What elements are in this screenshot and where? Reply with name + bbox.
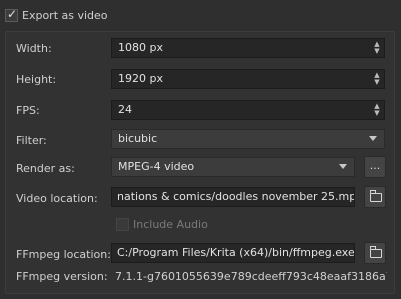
chevron-down-icon [369, 136, 377, 141]
width-label: Width: [16, 42, 52, 55]
ffmpeg-location-label: FFmpeg location: [16, 248, 111, 261]
height-label: Height: [16, 73, 57, 86]
folder-icon [369, 246, 382, 258]
video-location-browse-button[interactable] [364, 186, 386, 208]
folder-icon [369, 190, 382, 202]
export-as-video-label: Export as video [22, 9, 108, 22]
ffmpeg-location-field[interactable]: C:/Program Files/Krita (x64)/bin/ffmpeg.… [111, 243, 355, 263]
video-location-label: Video location: [16, 192, 98, 205]
ffmpeg-version-label: FFmpeg version: [16, 270, 108, 283]
up-down-arrows-icon[interactable]: ▲ ▼ [372, 103, 382, 117]
width-value: 1080 px [118, 41, 163, 54]
up-down-arrows-icon[interactable]: ▲ ▼ [372, 41, 382, 55]
export-as-video-checkbox[interactable]: ✓ [5, 7, 18, 22]
fps-label: FPS: [16, 104, 40, 117]
height-spinbox[interactable]: 1920 px ▲ ▼ [111, 69, 385, 89]
include-audio-label: Include Audio [133, 218, 208, 231]
width-spinbox[interactable]: 1080 px ▲ ▼ [111, 38, 385, 58]
filter-label: Filter: [16, 134, 47, 147]
render-as-label: Render as: [16, 162, 75, 175]
render-as-dropdown[interactable]: MPEG-4 video [111, 157, 355, 177]
export-video-panel: { "export_as_video": { "label": "Export … [0, 0, 401, 299]
chevron-down-icon [339, 164, 347, 169]
fps-value: 24 [118, 103, 132, 116]
ffmpeg-version-value: 7.1.1-g7601055639e789cdeeff793c48eaaf318… [115, 270, 387, 283]
height-value: 1920 px [118, 72, 163, 85]
video-location-field[interactable]: nations & comics/doodles november 25.mp4 [111, 187, 355, 207]
ffmpeg-location-browse-button[interactable] [364, 242, 386, 264]
up-down-arrows-icon[interactable]: ▲ ▼ [372, 72, 382, 86]
include-audio-checkbox[interactable] [116, 218, 129, 231]
fps-spinbox[interactable]: 24 ▲ ▼ [111, 100, 385, 120]
filter-value: bicubic [118, 132, 158, 145]
filter-dropdown[interactable]: bicubic [111, 129, 385, 149]
render-as-value: MPEG-4 video [118, 160, 195, 173]
checkmark-icon: ✓ [7, 7, 18, 21]
render-options-button[interactable]: ... [364, 156, 386, 178]
